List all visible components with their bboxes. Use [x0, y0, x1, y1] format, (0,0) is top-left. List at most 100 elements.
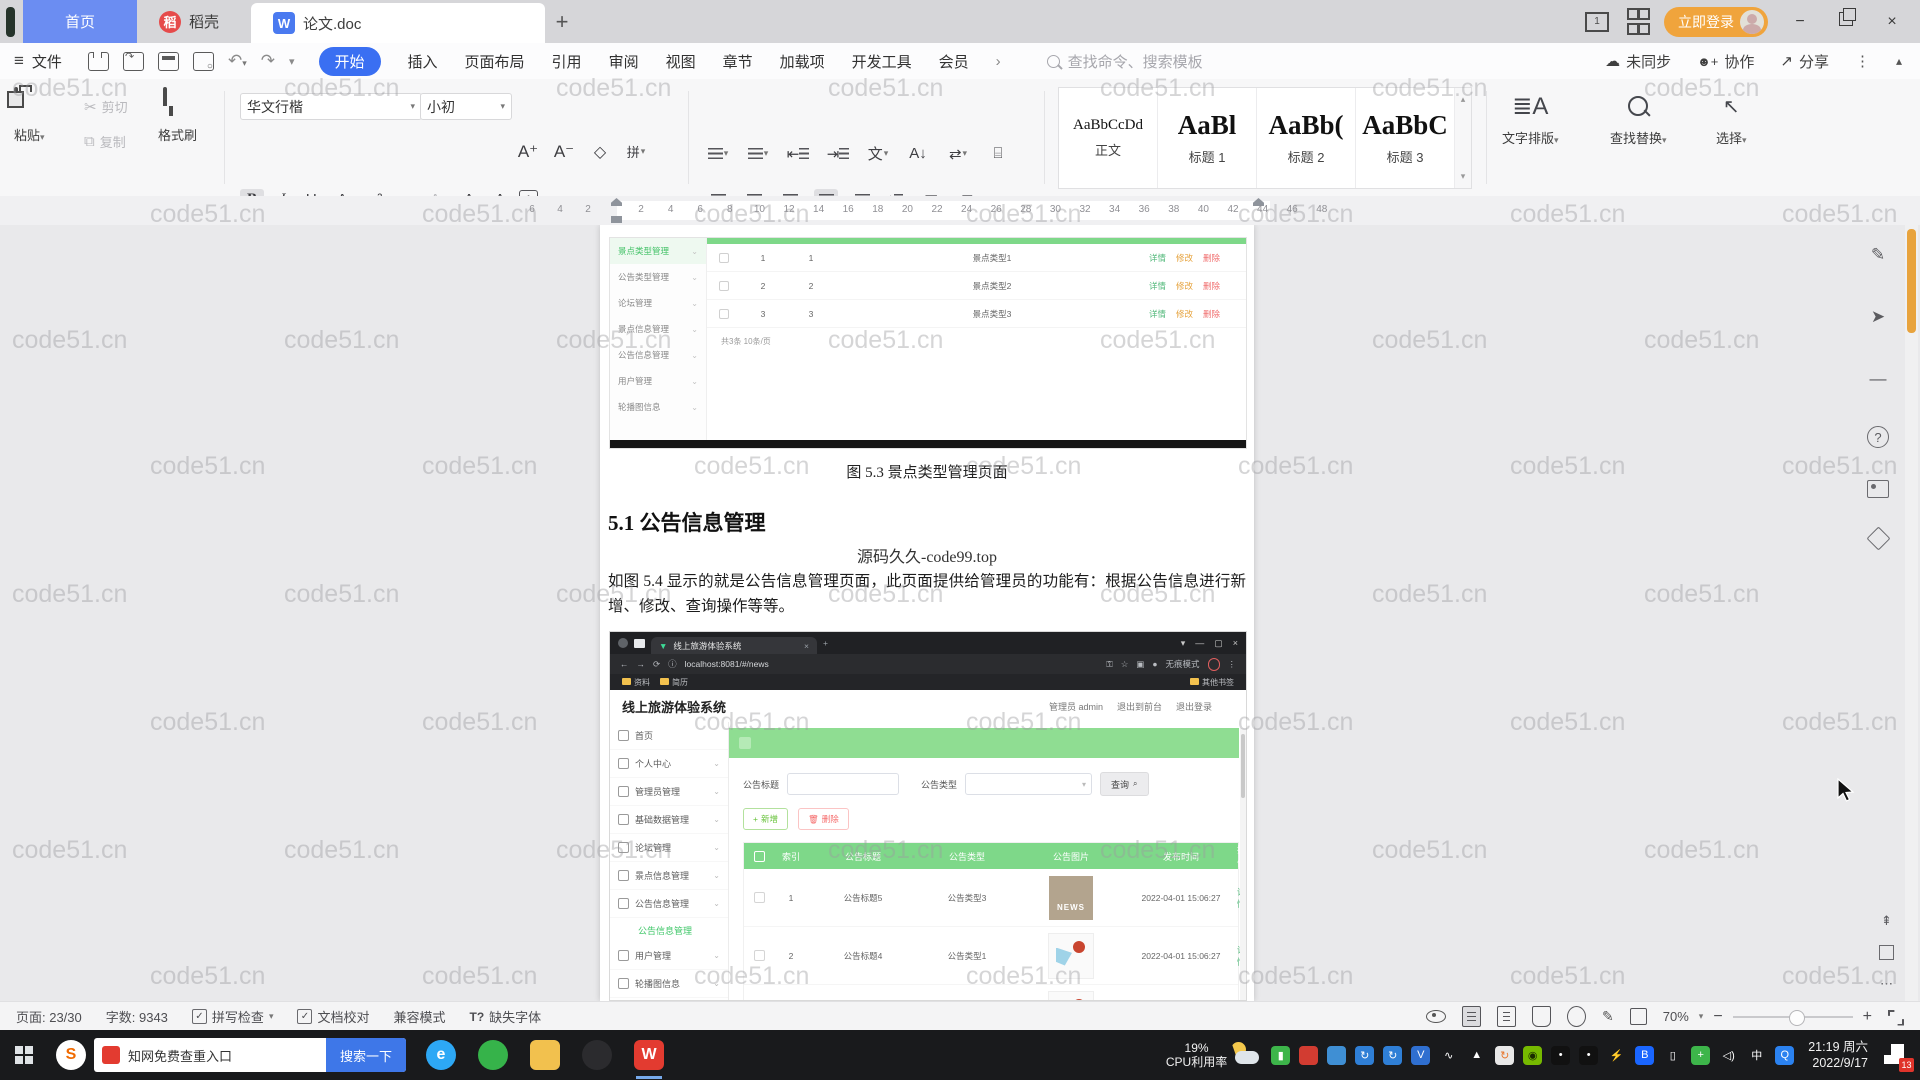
zoom-value[interactable]: 70%: [1663, 1009, 1689, 1024]
print-preview-icon[interactable]: [192, 51, 214, 72]
compat-mode-label[interactable]: 兼容模式: [393, 1007, 445, 1026]
page-up-icon[interactable]: ⇞: [1881, 913, 1892, 929]
document-workspace[interactable]: 景点类型管理 ⌄ 公告类型管理 ⌄ 论坛管理 ⌄ 景点信息管理 ⌄ 公告信息管理 ⌄ 用户管理 ⌄ 轮播…: [0, 225, 1920, 1001]
vertical-scrollbar[interactable]: [1905, 225, 1918, 1001]
command-search[interactable]: 查找命令、搜索模板: [1046, 51, 1203, 72]
window-layout-icon[interactable]: 1: [1585, 11, 1609, 32]
paste-button[interactable]: 粘贴▾: [14, 87, 45, 144]
member-chevron-icon[interactable]: ›: [996, 53, 1001, 70]
bell-icon[interactable]: ▲: [1467, 1046, 1486, 1065]
select-tool-button[interactable]: ↖ 选择▾: [1716, 89, 1747, 147]
style-cell-0[interactable]: AaBbCcDd 正文: [1059, 88, 1158, 188]
tab-home[interactable]: 首页: [23, 0, 137, 43]
export-icon[interactable]: [122, 50, 144, 71]
web-layout-icon[interactable]: [1567, 1006, 1587, 1027]
decrease-font-icon[interactable]: A⁻: [552, 141, 576, 163]
taskbar-search-button[interactable]: 搜索一下: [325, 1038, 406, 1072]
new-tab-button[interactable]: +: [545, 0, 579, 43]
qq-penguin2-icon[interactable]: •: [1579, 1045, 1599, 1065]
scrollbar-thumb[interactable]: [1907, 229, 1916, 333]
share-button[interactable]: ↗ 分享: [1780, 51, 1829, 72]
nvidia-icon[interactable]: ◉: [1523, 1045, 1543, 1065]
pointer-icon[interactable]: ➤: [1863, 302, 1893, 332]
notification-center-icon[interactable]: 13: [1880, 1040, 1914, 1072]
menu-tab-9[interactable]: 会员: [939, 51, 969, 72]
zoom-out-button[interactable]: −: [1713, 1008, 1722, 1026]
antivirus-360-icon[interactable]: +: [1691, 1045, 1711, 1065]
proofread-toggle[interactable]: ✓ 文档校对: [297, 1007, 369, 1026]
menu-tab-2[interactable]: 页面布局: [465, 51, 525, 72]
menu-tab-4[interactable]: 审阅: [609, 51, 639, 72]
taskbar-clock[interactable]: 21:19 周六 2022/9/17: [1808, 1039, 1868, 1071]
ime-icon[interactable]: 中: [1747, 1046, 1766, 1065]
format-painter-button[interactable]: 格式刷: [158, 87, 197, 144]
collapse-ribbon-icon[interactable]: ▴: [1896, 54, 1902, 68]
red-app-icon[interactable]: [1299, 1045, 1319, 1065]
clear-format-icon[interactable]: ◇: [588, 141, 612, 163]
close-button[interactable]: ×: [1878, 13, 1906, 31]
undo-icon[interactable]: ↶▾: [228, 51, 247, 71]
menu-tab-3[interactable]: 引用: [552, 51, 582, 72]
tab-ruler-icon[interactable]: ⌸: [986, 143, 1010, 165]
horizontal-ruler[interactable]: 6 4 2 2 4 6 8 10 12 14 16 18 20 22 24 26 28 30 32 34 36 38 40 4…: [0, 196, 1920, 226]
eye-protection-icon[interactable]: [1426, 1010, 1447, 1023]
typeset-button[interactable]: ≣A 文字排版▾: [1502, 89, 1559, 147]
sync-icon[interactable]: ↻: [1355, 1045, 1375, 1065]
copy-button[interactable]: ⧉ 复制: [84, 132, 128, 151]
menu-tab-6[interactable]: 章节: [723, 51, 753, 72]
more-tools-icon[interactable]: ⋯: [1880, 976, 1893, 992]
font-size-select[interactable]: 小初 ▾: [420, 93, 512, 120]
ink-icon[interactable]: ✎: [1602, 1008, 1614, 1025]
minimize-button[interactable]: −: [1786, 13, 1814, 31]
style-cell-3[interactable]: AaBbC 标题 3: [1356, 88, 1455, 188]
workspace-grid-icon[interactable]: [1627, 8, 1650, 35]
menu-tab-7[interactable]: 加载项: [780, 51, 825, 72]
restore-button[interactable]: [1832, 8, 1860, 31]
file-menu[interactable]: ≡ 文件: [0, 51, 78, 72]
qq-penguin-icon[interactable]: •: [1551, 1045, 1571, 1065]
start-button[interactable]: [0, 1030, 48, 1080]
usb-helper-icon[interactable]: [1327, 1045, 1347, 1065]
collaborate-button[interactable]: ☻+ 协作: [1697, 51, 1754, 72]
spellcheck-toggle[interactable]: ✓ 拼写检查 ▾: [191, 1007, 273, 1026]
image-tool-icon[interactable]: [1867, 480, 1889, 498]
document-page[interactable]: 景点类型管理 ⌄ 公告类型管理 ⌄ 论坛管理 ⌄ 景点信息管理 ⌄ 公告信息管理 ⌄ 用户管理 ⌄ 轮播…: [600, 225, 1254, 1001]
cpu-meter[interactable]: 19% CPU利用率: [1166, 1041, 1227, 1069]
usb-drive-icon[interactable]: ▯: [1663, 1046, 1682, 1065]
wps-icon[interactable]: W: [634, 1040, 664, 1079]
tag-tool-icon[interactable]: [1865, 526, 1891, 551]
first-line-indent-marker[interactable]: [611, 198, 622, 206]
sogou-input-icon[interactable]: S: [56, 1040, 86, 1070]
more-commands-icon[interactable]: ▾: [289, 55, 295, 68]
pinyin-guide-icon[interactable]: 拼 ▾: [624, 141, 648, 163]
save-icon[interactable]: [87, 51, 109, 71]
fit-page-icon[interactable]: [1629, 1008, 1647, 1025]
fullscreen-icon[interactable]: [1888, 1010, 1902, 1024]
print-icon[interactable]: [157, 51, 179, 71]
outline-view-icon[interactable]: [1497, 1006, 1517, 1027]
zoom-in-button[interactable]: +: [1863, 1008, 1872, 1026]
annotate-pen-icon[interactable]: ✎: [1863, 240, 1893, 270]
signal-icon[interactable]: ∿: [1439, 1046, 1458, 1065]
shield-v-icon[interactable]: V: [1411, 1045, 1431, 1065]
more-menu-icon[interactable]: ⋮: [1855, 52, 1870, 70]
font-name-select[interactable]: 华文行楷 ▾: [240, 93, 422, 120]
sync-status[interactable]: ☁ 未同步: [1605, 51, 1671, 72]
screen-rotate-icon[interactable]: ↻: [1495, 1045, 1515, 1065]
page-indicator[interactable]: 页面: 23/30: [16, 1007, 82, 1026]
bluetooth-icon[interactable]: B: [1635, 1045, 1655, 1065]
prev-page-icon[interactable]: [1879, 945, 1894, 960]
tab-docer[interactable]: 稻 稻壳: [137, 0, 251, 43]
style-cell-1[interactable]: AaBl 标题 1: [1158, 88, 1257, 188]
help-icon[interactable]: ?: [1867, 426, 1889, 448]
styles-scroll[interactable]: ▴ ▾: [1455, 88, 1471, 188]
page-view-icon[interactable]: [1462, 1006, 1482, 1027]
hanging-indent-marker[interactable]: [611, 216, 622, 223]
find-replace-button[interactable]: 查找替换▾: [1610, 89, 1667, 147]
menu-tab-1[interactable]: 插入: [408, 51, 438, 72]
green-browser-icon[interactable]: [478, 1040, 508, 1070]
missing-font-button[interactable]: T? 缺失字体: [470, 1007, 542, 1026]
power-plug-icon[interactable]: ⚡: [1607, 1046, 1626, 1065]
ie-browser-icon[interactable]: e: [426, 1040, 456, 1070]
redo-icon[interactable]: ↷: [261, 51, 275, 71]
